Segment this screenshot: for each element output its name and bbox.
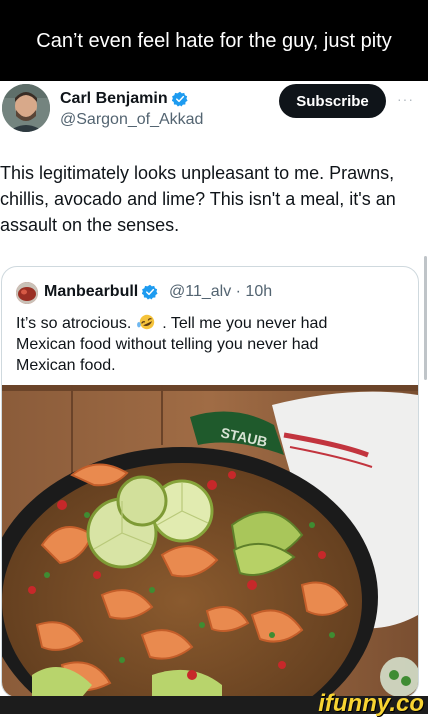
author-avatar[interactable] [2,84,50,132]
verified-badge-icon [142,284,158,300]
quoted-tweet[interactable]: Manbearbull @11_alv · 10h It’s so atroci… [1,266,419,698]
more-options-icon[interactable]: ··· [397,91,414,107]
author-name-text[interactable]: Carl Benjamin [60,90,168,108]
tweet-header: Carl Benjamin @Sargon_of_Akkad Subscribe… [0,81,428,151]
subscribe-button[interactable]: Subscribe [279,84,386,118]
author-name[interactable]: Carl Benjamin [60,90,188,108]
quoted-author-avatar[interactable] [16,282,38,304]
shrimp-rice-skillet-photo[interactable]: STAUB [2,385,418,697]
quoted-author-name-text[interactable]: Manbearbull [44,283,138,301]
verified-badge-icon [171,91,188,107]
scrollbar-thumb[interactable] [424,256,427,380]
meme-caption: Can’t even feel hate for the guy, just p… [36,29,392,52]
rolling-on-floor-laughing-emoji-icon [136,314,154,330]
quoted-author-name[interactable]: Manbearbull [44,283,158,301]
quoted-tweet-text: It’s so atrocious. . Tell me you never h… [16,313,376,376]
quoted-text-part1: It’s so atrocious. [16,315,132,332]
author-handle[interactable]: @Sargon_of_Akkad [60,111,203,129]
meme-caption-bar: Can’t even feel hate for the guy, just p… [0,0,428,81]
tweet-text: This legitimately looks unpleasant to me… [0,163,396,235]
quoted-handle-time[interactable]: @11_alv · 10h [169,283,272,301]
